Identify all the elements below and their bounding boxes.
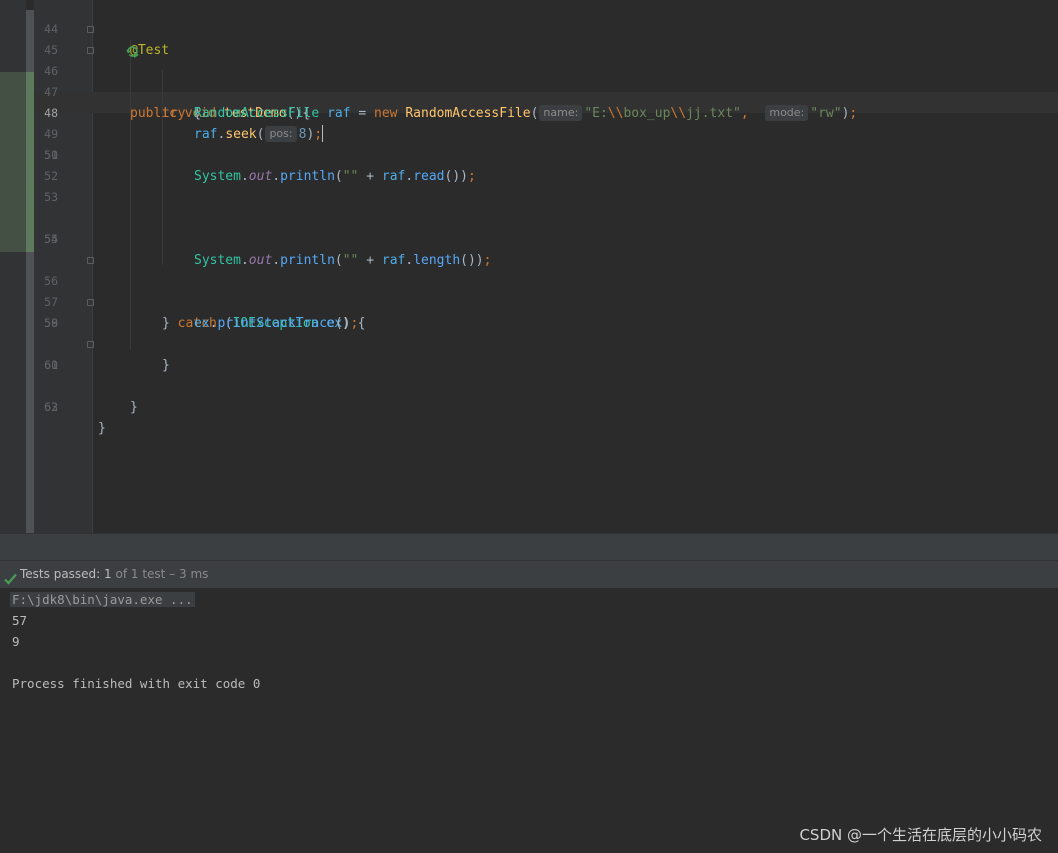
console-line: Process finished with exit code 0 xyxy=(12,676,261,691)
code-line: 51 xyxy=(0,145,1058,166)
line-number: 59 xyxy=(44,316,58,330)
code-line: 53 xyxy=(0,187,1058,208)
line-number: 63 xyxy=(44,400,58,414)
code-line: 57 ex.printStackTrace(); xyxy=(0,271,1058,331)
fold-toggle-icon[interactable] xyxy=(87,26,94,33)
code-text: } xyxy=(98,421,106,436)
code-line: 45 public void testDemo(){ xyxy=(0,19,1058,121)
code-line: 58 } xyxy=(0,292,1058,373)
line-number: 61 xyxy=(44,358,58,372)
fold-toggle-icon[interactable] xyxy=(87,299,94,306)
code-lines: 44 @Test 45 public void testDemo(){ 46 t… xyxy=(0,0,1058,436)
code-line: 61 xyxy=(0,355,1058,376)
console-line: F:\jdk8\bin\java.exe ... xyxy=(10,590,195,610)
code-line: 55 xyxy=(0,229,1058,250)
line-number: 55 xyxy=(44,232,58,246)
line-number: 51 xyxy=(44,148,58,162)
code-line: 60 } xyxy=(0,334,1058,415)
code-line: 56 } catch (IOException ex) { xyxy=(0,250,1058,331)
code-editor[interactable]: 44 @Test 45 public void testDemo(){ 46 t… xyxy=(0,0,1058,533)
run-console[interactable]: F:\jdk8\bin\java.exe ... 57 9 Process fi… xyxy=(0,589,1058,853)
java-command-line[interactable]: F:\jdk8\bin\java.exe ... xyxy=(10,592,195,607)
fold-toggle-icon[interactable] xyxy=(87,341,94,348)
code-line: 63 xyxy=(0,397,1058,418)
line-number: 53 xyxy=(44,190,58,204)
line-number: 52 xyxy=(44,169,58,183)
code-line: 50 System.out.println("" + raf.read()); xyxy=(0,124,1058,184)
tests-passed-label: Tests passed: 1 xyxy=(20,567,112,581)
test-status-bar: Tests passed: 1 of 1 test – 3 ms xyxy=(0,561,1058,589)
code-line: 59 xyxy=(0,313,1058,334)
check-icon xyxy=(4,568,17,585)
code-line: 54 System.out.println("" + raf.length())… xyxy=(0,208,1058,268)
console-line: 57 xyxy=(12,613,28,628)
code-line: 46 try { xyxy=(0,40,1058,121)
test-status-text: Tests passed: 1 of 1 test – 3 ms xyxy=(20,561,208,588)
fold-toggle-icon[interactable] xyxy=(87,257,94,264)
run-test-gutter-icon[interactable] xyxy=(63,23,139,58)
code-line: 62 } xyxy=(0,376,1058,436)
code-line: 49 xyxy=(0,103,1058,141)
fold-toggle-icon[interactable] xyxy=(87,47,94,54)
tests-summary-label: of 1 test – 3 ms xyxy=(111,567,209,581)
watermark: CSDN @一个生活在底层的小小码农 xyxy=(799,826,1042,844)
console-line: 9 xyxy=(12,634,20,649)
panel-splitter[interactable] xyxy=(0,533,1058,561)
code-line: 48 raf.seek(pos: 8); xyxy=(0,82,1058,142)
code-line: 47 RandomAccessFile raf = new RandomAcce… xyxy=(0,61,1058,121)
code-line: 52 xyxy=(0,166,1058,187)
code-line: 44 @Test xyxy=(0,0,1058,58)
